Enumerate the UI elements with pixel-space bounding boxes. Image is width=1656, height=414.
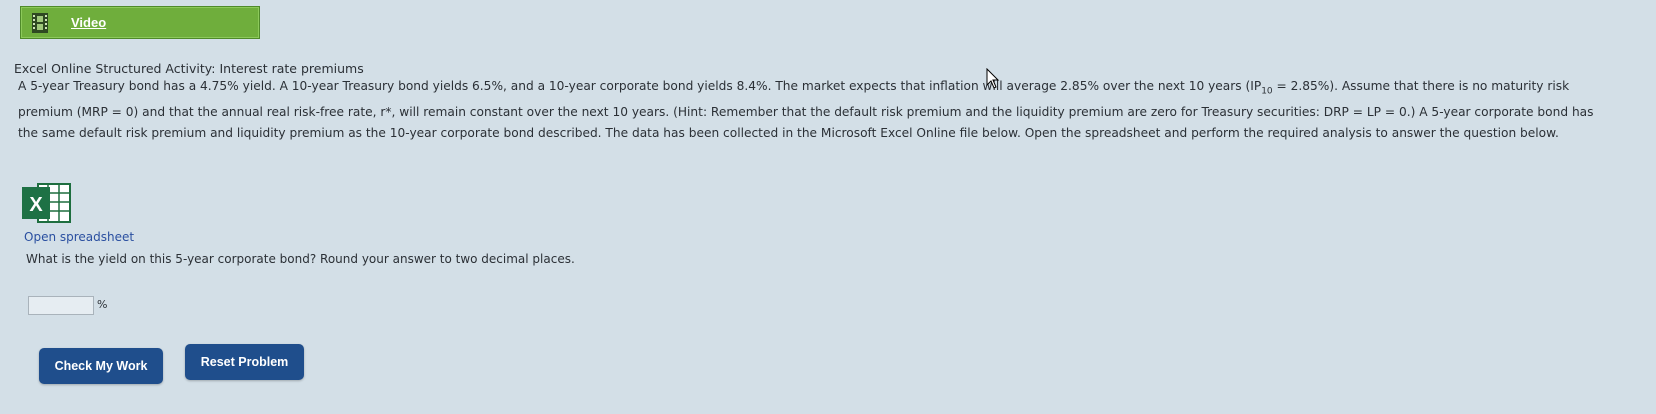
problem-statement: A 5-year Treasury bond has a 4.75% yield…: [18, 76, 1654, 144]
problem-line-1-end: = 2.85%). Assume that there is no maturi…: [1272, 79, 1570, 93]
video-bar[interactable]: Video: [20, 6, 260, 39]
film-icon: [31, 12, 49, 34]
video-link-label[interactable]: Video: [71, 15, 106, 30]
open-spreadsheet-link[interactable]: Open spreadsheet: [24, 230, 134, 244]
reset-problem-button[interactable]: Reset Problem: [185, 344, 304, 380]
problem-line-2: premium (MRP = 0) and that the annual re…: [18, 105, 1594, 120]
answer-input[interactable]: [28, 296, 94, 315]
problem-line-1: A 5-year Treasury bond has a 4.75% yield…: [18, 76, 1654, 102]
problem-line-1-text: A 5-year Treasury bond has a 4.75% yield…: [18, 79, 1262, 93]
activity-title: Excel Online Structured Activity: Intere…: [14, 61, 364, 76]
percent-unit: %: [97, 298, 108, 311]
mouse-cursor-icon: [986, 67, 1000, 90]
question-text: What is the yield on this 5-year corpora…: [26, 252, 575, 266]
inflation-subscript: 10: [1261, 86, 1273, 97]
problem-line-3: the same default risk premium and liquid…: [18, 126, 1559, 141]
excel-icon[interactable]: X: [22, 181, 72, 225]
check-my-work-button[interactable]: Check My Work: [39, 348, 163, 384]
excel-icon-letter: X: [29, 194, 43, 216]
